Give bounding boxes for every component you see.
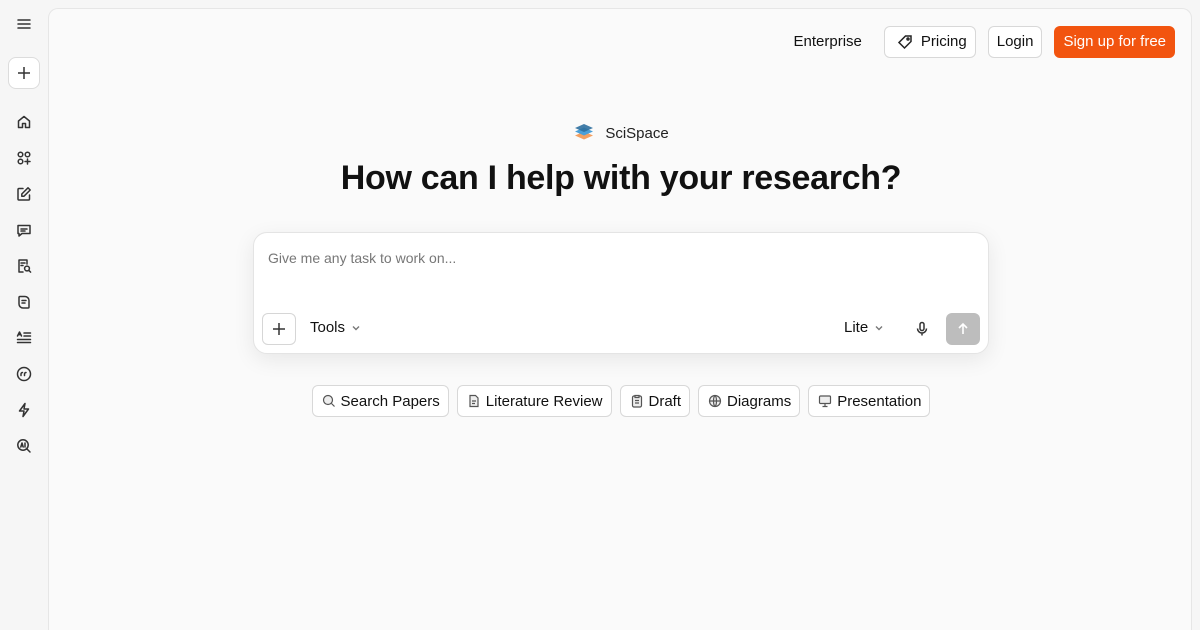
search-icon bbox=[322, 394, 335, 407]
menu-icon[interactable] bbox=[10, 10, 38, 38]
pdf-icon bbox=[18, 295, 30, 309]
apps-icon bbox=[17, 151, 31, 165]
chip-search-papers[interactable]: Search Papers bbox=[311, 385, 449, 417]
rail-item-apps[interactable] bbox=[10, 144, 38, 172]
login-button[interactable]: Login bbox=[987, 25, 1043, 58]
chevron-down-icon bbox=[875, 325, 883, 330]
chat-icon bbox=[17, 224, 31, 237]
main-panel: Enterprise Pricing Login Sign up for fre… bbox=[48, 8, 1192, 630]
chip-draft[interactable]: Draft bbox=[619, 385, 691, 417]
document-icon bbox=[469, 394, 479, 408]
chip-label: Diagrams bbox=[727, 392, 792, 410]
lightning-icon bbox=[18, 402, 30, 418]
rail-item-doc-search[interactable] bbox=[10, 252, 38, 280]
chip-label: Literature Review bbox=[485, 392, 603, 410]
chip-label: Search Papers bbox=[340, 392, 440, 410]
suggestion-chips: Search Papers Literature Review Draft Di… bbox=[49, 385, 1193, 417]
home-icon bbox=[17, 115, 31, 129]
rail-item-text-list[interactable] bbox=[10, 324, 38, 352]
plus-icon bbox=[273, 323, 285, 335]
prompt-input[interactable] bbox=[268, 247, 968, 269]
ai-detector-icon bbox=[17, 439, 31, 453]
rail-item-ai-detector[interactable] bbox=[10, 432, 38, 460]
microphone-button[interactable] bbox=[910, 315, 934, 343]
chip-diagrams[interactable]: Diagrams bbox=[698, 385, 801, 417]
arrow-up-icon bbox=[958, 322, 968, 334]
page-title: How can I help with your research? bbox=[340, 159, 902, 197]
pricing-label: Pricing bbox=[920, 33, 967, 50]
signup-button[interactable]: Sign up for free bbox=[1054, 25, 1175, 58]
chip-presentation[interactable]: Presentation bbox=[808, 385, 931, 417]
rail-item-home[interactable] bbox=[10, 108, 38, 136]
new-chat-button[interactable] bbox=[8, 57, 40, 89]
chip-literature-review[interactable]: Literature Review bbox=[456, 385, 612, 417]
prompt-box: Tools Lite bbox=[253, 232, 989, 354]
rail-item-pdf[interactable] bbox=[10, 288, 38, 316]
tag-icon bbox=[897, 34, 912, 49]
tools-label: Tools bbox=[310, 319, 346, 336]
tools-dropdown[interactable]: Tools bbox=[310, 319, 361, 336]
attach-button[interactable] bbox=[262, 313, 296, 345]
mode-dropdown[interactable]: Lite bbox=[844, 319, 884, 336]
plus-icon bbox=[18, 67, 30, 79]
mode-label: Lite bbox=[844, 319, 869, 336]
microphone-icon bbox=[916, 321, 928, 336]
scispace-logo bbox=[575, 124, 594, 140]
rail-nav bbox=[10, 108, 38, 460]
brand: SciSpace bbox=[49, 122, 1193, 144]
pricing-button[interactable]: Pricing bbox=[883, 25, 976, 58]
top-nav: Enterprise Pricing Login Sign up for fre… bbox=[784, 25, 1175, 58]
quote-icon bbox=[16, 366, 32, 382]
rail-item-edit[interactable] bbox=[10, 180, 38, 208]
rail-item-lightning[interactable] bbox=[10, 396, 38, 424]
chevron-down-icon bbox=[352, 325, 360, 330]
left-rail bbox=[0, 0, 48, 630]
clipboard-icon bbox=[631, 394, 642, 408]
document-search-icon bbox=[18, 259, 32, 273]
monitor-icon bbox=[819, 395, 832, 408]
edit-icon bbox=[17, 187, 31, 201]
chip-label: Presentation bbox=[837, 392, 922, 410]
brand-name: SciSpace bbox=[605, 124, 669, 142]
globe-icon bbox=[708, 394, 722, 408]
enterprise-link[interactable]: Enterprise bbox=[784, 25, 872, 58]
send-button[interactable] bbox=[946, 313, 980, 345]
rail-item-quote[interactable] bbox=[10, 360, 38, 388]
chip-label: Draft bbox=[648, 392, 682, 410]
rail-item-chat[interactable] bbox=[10, 216, 38, 244]
text-list-icon bbox=[16, 331, 32, 344]
